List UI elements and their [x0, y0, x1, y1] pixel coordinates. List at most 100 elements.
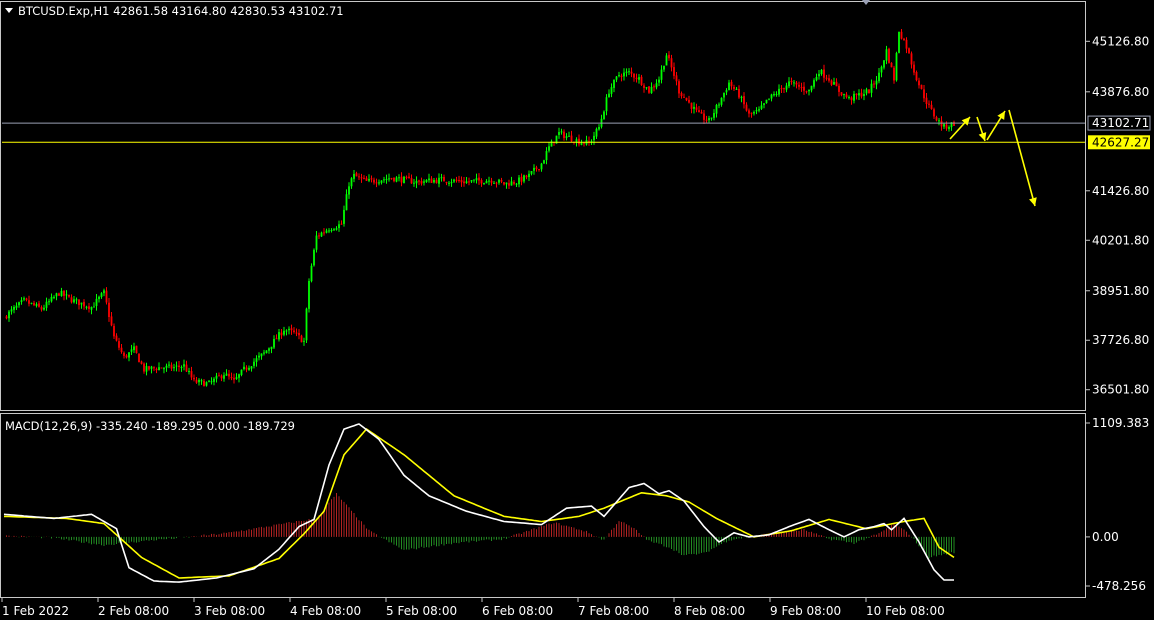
candle-body — [670, 58, 673, 68]
candle-body — [723, 92, 725, 98]
candle-body — [693, 106, 695, 109]
candle-body — [900, 31, 903, 39]
candle-body — [265, 350, 268, 354]
candle-body — [415, 180, 418, 184]
candle-body — [18, 302, 20, 306]
candle-body — [223, 375, 225, 379]
candle-body — [280, 332, 283, 336]
candle-body — [395, 177, 398, 182]
candle-body — [345, 194, 348, 211]
time-tick-label: 10 Feb 08:00 — [866, 604, 945, 618]
candle-body — [43, 307, 45, 310]
candle-body — [473, 179, 475, 181]
candle-body — [560, 131, 563, 133]
candle-body — [105, 290, 108, 303]
macd-tick-label: 1109.383 — [1092, 416, 1149, 430]
candle-body — [295, 332, 298, 334]
candle-body — [405, 176, 408, 178]
candle-body — [335, 228, 338, 230]
chart-shift-icon[interactable] — [862, 0, 870, 5]
candle-body — [873, 83, 875, 85]
candle-body — [98, 296, 100, 299]
candle-body — [793, 82, 795, 84]
candle-body — [470, 180, 473, 182]
candle-body — [640, 76, 643, 86]
candle-body — [440, 177, 443, 179]
candle-body — [610, 87, 613, 94]
candle-body — [220, 375, 223, 379]
candle-body — [823, 69, 825, 78]
candle-body — [260, 353, 263, 357]
price-chart[interactable]: 45126.80 43876.80 41426.80 40201.80 38951.80… — [0, 0, 1154, 620]
forecast-arrow-head — [978, 132, 987, 141]
candle-body — [420, 181, 423, 184]
candle-body — [643, 85, 645, 88]
symbol-info: BTCUSD.Exp,H1 42861.58 43164.80 42830.53… — [18, 4, 344, 18]
candle-body — [30, 302, 33, 304]
candle-body — [433, 180, 435, 183]
candle-body — [253, 361, 255, 366]
candle-body — [290, 328, 293, 331]
candle-body — [700, 112, 703, 114]
candle-body — [695, 107, 698, 110]
candle-body — [270, 346, 273, 350]
candle-body — [208, 380, 210, 382]
candle-body — [920, 84, 923, 89]
candle-body — [678, 81, 680, 94]
candle-body — [283, 330, 285, 335]
candle-body — [368, 179, 370, 181]
candle-body — [735, 88, 738, 90]
candle-body — [88, 306, 90, 310]
price-pane[interactable] — [2, 28, 1085, 387]
macd-pane[interactable] — [3, 423, 955, 583]
candle-body — [720, 97, 723, 105]
candle-body — [885, 49, 888, 61]
candle-body — [163, 368, 165, 370]
candle-body — [190, 371, 193, 378]
candle-body — [463, 181, 465, 184]
candle-body — [665, 55, 668, 66]
candle-body — [50, 296, 53, 302]
time-tick-label: 1 Feb 2022 — [2, 604, 69, 618]
candle-body — [558, 132, 560, 135]
candle-body — [738, 88, 740, 98]
chart-frame — [0, 1, 1086, 598]
candle-body — [818, 73, 820, 77]
candle-body — [400, 176, 403, 183]
candle-body — [155, 368, 158, 371]
candle-body — [145, 366, 148, 372]
candle-body — [913, 64, 915, 73]
candle-body — [390, 178, 393, 180]
candle-body — [863, 94, 865, 97]
candle-body — [780, 88, 783, 90]
candle-body — [263, 352, 265, 354]
candle-body — [843, 94, 845, 96]
candle-body — [143, 363, 145, 372]
candle-body — [865, 89, 868, 94]
candle-body — [510, 181, 513, 186]
time-tick-label: 9 Feb 08:00 — [770, 604, 841, 618]
candle-body — [758, 109, 760, 111]
candle-body — [435, 179, 438, 183]
candle-body — [135, 345, 138, 354]
candle-body — [545, 151, 548, 161]
candle-body — [373, 179, 375, 183]
candle-body — [175, 365, 178, 367]
candle-body — [593, 135, 595, 141]
candle-body — [75, 299, 78, 301]
symbol-dropdown-icon[interactable] — [5, 8, 13, 13]
candle-body — [740, 96, 743, 98]
candle-body — [273, 338, 275, 348]
candle-body — [520, 176, 523, 182]
candle-body — [878, 72, 880, 82]
candle-body — [810, 85, 813, 91]
candle-body — [858, 93, 860, 96]
candle-body — [60, 290, 63, 297]
candle-body — [388, 178, 390, 180]
candle-body — [198, 379, 200, 383]
candle-body — [425, 179, 428, 183]
candle-body — [828, 78, 830, 81]
candle-body — [653, 86, 655, 88]
candle-body — [445, 182, 448, 184]
candle-body — [418, 180, 420, 182]
